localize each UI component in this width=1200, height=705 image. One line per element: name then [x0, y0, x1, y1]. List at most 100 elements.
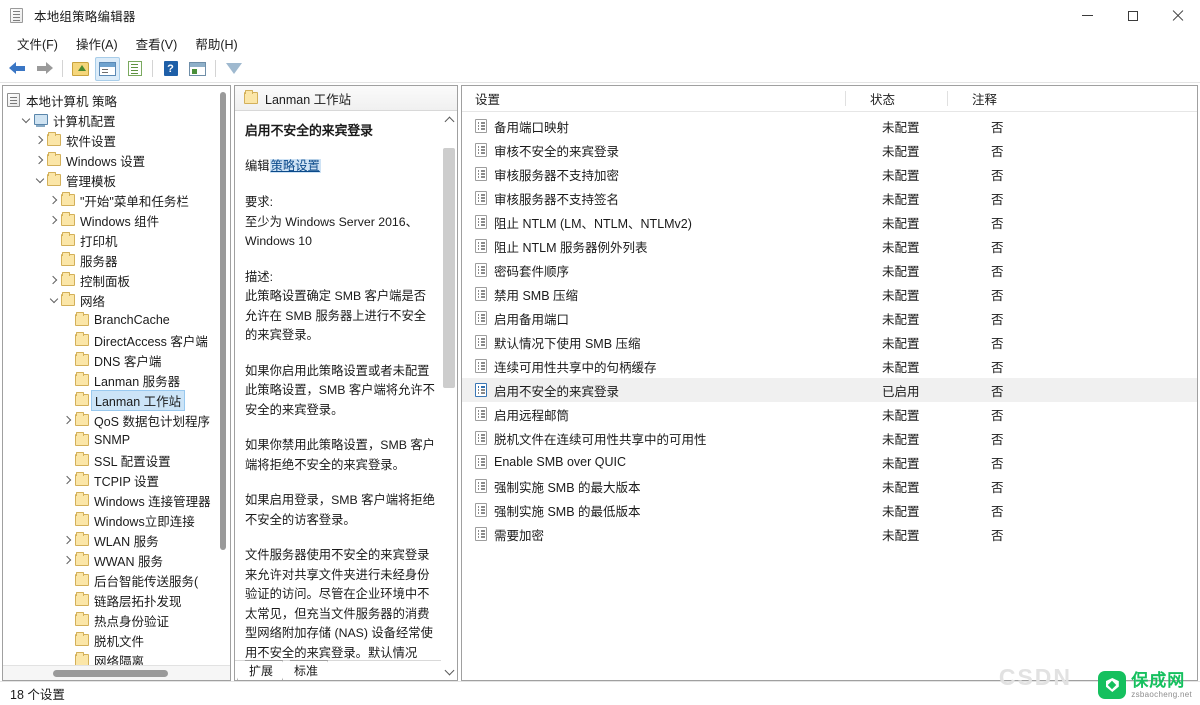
table-row[interactable]: 启用不安全的来宾登录 已启用 否	[462, 378, 1197, 402]
tree-item-14[interactable]: Lanman 工作站	[3, 389, 230, 411]
tree-item-9[interactable]: 网络	[3, 290, 230, 310]
table-row[interactable]: 启用远程邮筒 未配置 否	[462, 402, 1197, 426]
column-header-state[interactable]: 状态	[845, 89, 947, 108]
forward-button[interactable]	[32, 57, 57, 81]
chevron-down-icon[interactable]	[47, 292, 61, 308]
column-divider[interactable]	[845, 91, 846, 106]
edit-policy-setting-link[interactable]: 策略设置	[269, 158, 321, 173]
tree-item-19[interactable]: Windows 连接管理器	[3, 490, 230, 510]
tree-item-16[interactable]: SNMP	[3, 430, 230, 450]
chevron-down-icon[interactable]	[33, 172, 47, 188]
tree-item-0[interactable]: 计算机配置	[3, 110, 230, 130]
help-button[interactable]: ?	[158, 57, 183, 81]
table-row[interactable]: 密码套件顺序 未配置 否	[462, 258, 1197, 282]
tree-item-2[interactable]: Windows 设置	[3, 150, 230, 170]
tree-vertical-scroll-thumb[interactable]	[220, 92, 226, 550]
table-row[interactable]: 禁用 SMB 压缩 未配置 否	[462, 282, 1197, 306]
tree-item-21[interactable]: WLAN 服务	[3, 530, 230, 550]
maximize-button[interactable]	[1110, 0, 1155, 31]
tree-horizontal-scroll-thumb[interactable]	[53, 670, 168, 677]
chevron-right-icon[interactable]	[61, 472, 75, 488]
table-row[interactable]: 强制实施 SMB 的最低版本 未配置 否	[462, 498, 1197, 522]
tree-item-18[interactable]: TCPIP 设置	[3, 470, 230, 490]
table-row[interactable]: 默认情况下使用 SMB 压缩 未配置 否	[462, 330, 1197, 354]
table-row[interactable]: 阻止 NTLM (LM、NTLM、NTLMv2) 未配置 否	[462, 210, 1197, 234]
menu-help[interactable]: 帮助(H)	[186, 32, 246, 55]
tree-item-3[interactable]: 管理模板	[3, 170, 230, 190]
scroll-down-button[interactable]	[441, 663, 457, 680]
tree-item-17[interactable]: SSL 配置设置	[3, 450, 230, 470]
export-list-button[interactable]	[122, 57, 147, 81]
chevron-right-icon[interactable]	[61, 552, 75, 568]
new-window-button[interactable]	[185, 57, 210, 81]
tree-item-1[interactable]: 软件设置	[3, 130, 230, 150]
tree-item-25[interactable]: 热点身份验证	[3, 610, 230, 630]
menu-bar: 文件(F) 操作(A) 查看(V) 帮助(H)	[0, 31, 1200, 55]
tree-vertical-scrollbar[interactable]	[216, 86, 230, 665]
up-one-level-button[interactable]	[68, 57, 93, 81]
tree-item-24[interactable]: 链路层拓扑发现	[3, 590, 230, 610]
tree-item-8[interactable]: 控制面板	[3, 270, 230, 290]
chevron-down-icon[interactable]	[19, 112, 33, 128]
chevron-right-icon[interactable]	[33, 152, 47, 168]
cell-setting: 强制实施 SMB 的最低版本	[494, 504, 641, 519]
column-header-comment[interactable]: 注释	[947, 89, 1197, 108]
tree-item-5[interactable]: Windows 组件	[3, 210, 230, 230]
tree-item-10[interactable]: BranchCache	[3, 310, 230, 330]
table-row[interactable]: 强制实施 SMB 的最大版本 未配置 否	[462, 474, 1197, 498]
table-row[interactable]: 审核服务器不支持签名 未配置 否	[462, 186, 1197, 210]
table-row[interactable]: 启用备用端口 未配置 否	[462, 306, 1197, 330]
column-header-setting[interactable]: 设置	[462, 89, 845, 108]
cell-comment: 否	[991, 360, 1004, 375]
table-row[interactable]: 审核服务器不支持加密 未配置 否	[462, 162, 1197, 186]
tree-item-15[interactable]: QoS 数据包计划程序	[3, 410, 230, 430]
tree-item-11[interactable]: DirectAccess 客户端	[3, 330, 230, 350]
chevron-right-icon[interactable]	[47, 192, 61, 208]
menu-view[interactable]: 查看(V)	[127, 32, 187, 55]
table-row[interactable]: 审核不安全的来宾登录 未配置 否	[462, 138, 1197, 162]
scroll-up-button[interactable]	[441, 111, 457, 128]
description-block: 描述: 此策略设置确定 SMB 客户端是否允许在 SMB 服务器上进行不安全的来…	[245, 268, 435, 346]
tree-item-6[interactable]: 打印机	[3, 230, 230, 250]
show-hide-console-tree-button[interactable]	[95, 56, 120, 81]
chevron-right-icon[interactable]	[47, 272, 61, 288]
table-row[interactable]: 备用端口映射 未配置 否	[462, 114, 1197, 138]
cell-state: 未配置	[882, 264, 920, 279]
filter-button[interactable]	[221, 57, 246, 81]
tree-item-7[interactable]: 服务器	[3, 250, 230, 270]
chevron-right-icon[interactable]	[33, 132, 47, 148]
tree-item-23[interactable]: 后台智能传送服务(	[3, 570, 230, 590]
menu-action[interactable]: 操作(A)	[67, 32, 127, 55]
close-button[interactable]	[1155, 0, 1200, 31]
chevron-right-icon[interactable]	[47, 212, 61, 228]
tree-item-13[interactable]: Lanman 服务器	[3, 370, 230, 390]
tree-item-27[interactable]: 网络隔离	[3, 650, 230, 665]
table-row[interactable]: Enable SMB over QUIC 未配置 否	[462, 450, 1197, 474]
table-row[interactable]: 连续可用性共享中的句柄缓存 未配置 否	[462, 354, 1197, 378]
tab-standard[interactable]: 标准	[282, 660, 328, 680]
tree-horizontal-scrollbar[interactable]	[3, 665, 230, 680]
minimize-button[interactable]	[1065, 0, 1110, 31]
table-row[interactable]: 需要加密 未配置 否	[462, 522, 1197, 546]
tree-item-root[interactable]: 本地计算机 策略	[3, 90, 230, 110]
tree-list: 本地计算机 策略 计算机配置 软件设置 Windows 设置 管理模板 "开始"菜单和任务…	[3, 86, 230, 665]
description-paragraph: 如果你禁用此策略设置，SMB 客户端将拒绝不安全的来宾登录。	[245, 438, 435, 472]
table-row[interactable]: 阻止 NTLM 服务器例外列表 未配置 否	[462, 234, 1197, 258]
tab-extended[interactable]: 扩展	[237, 660, 283, 680]
cell-state: 未配置	[882, 432, 920, 447]
tree-item-12[interactable]: DNS 客户端	[3, 350, 230, 370]
tree-item-26[interactable]: 脱机文件	[3, 630, 230, 650]
back-button[interactable]	[5, 57, 30, 81]
tree-item-4[interactable]: "开始"菜单和任务栏	[3, 190, 230, 210]
detail-scroll-thumb[interactable]	[443, 148, 455, 388]
chevron-right-icon[interactable]	[61, 532, 75, 548]
table-row[interactable]: 脱机文件在连续可用性共享中的可用性 未配置 否	[462, 426, 1197, 450]
tree-item-22[interactable]: WWAN 服务	[3, 550, 230, 570]
tree-item-20[interactable]: Windows立即连接	[3, 510, 230, 530]
column-divider[interactable]	[947, 91, 948, 106]
menu-file[interactable]: 文件(F)	[8, 32, 67, 55]
detail-vertical-scrollbar[interactable]	[441, 111, 457, 680]
detail-scroll-track[interactable]	[441, 128, 457, 663]
tree-item-label: 网络隔离	[94, 654, 145, 666]
chevron-right-icon[interactable]	[61, 412, 75, 428]
